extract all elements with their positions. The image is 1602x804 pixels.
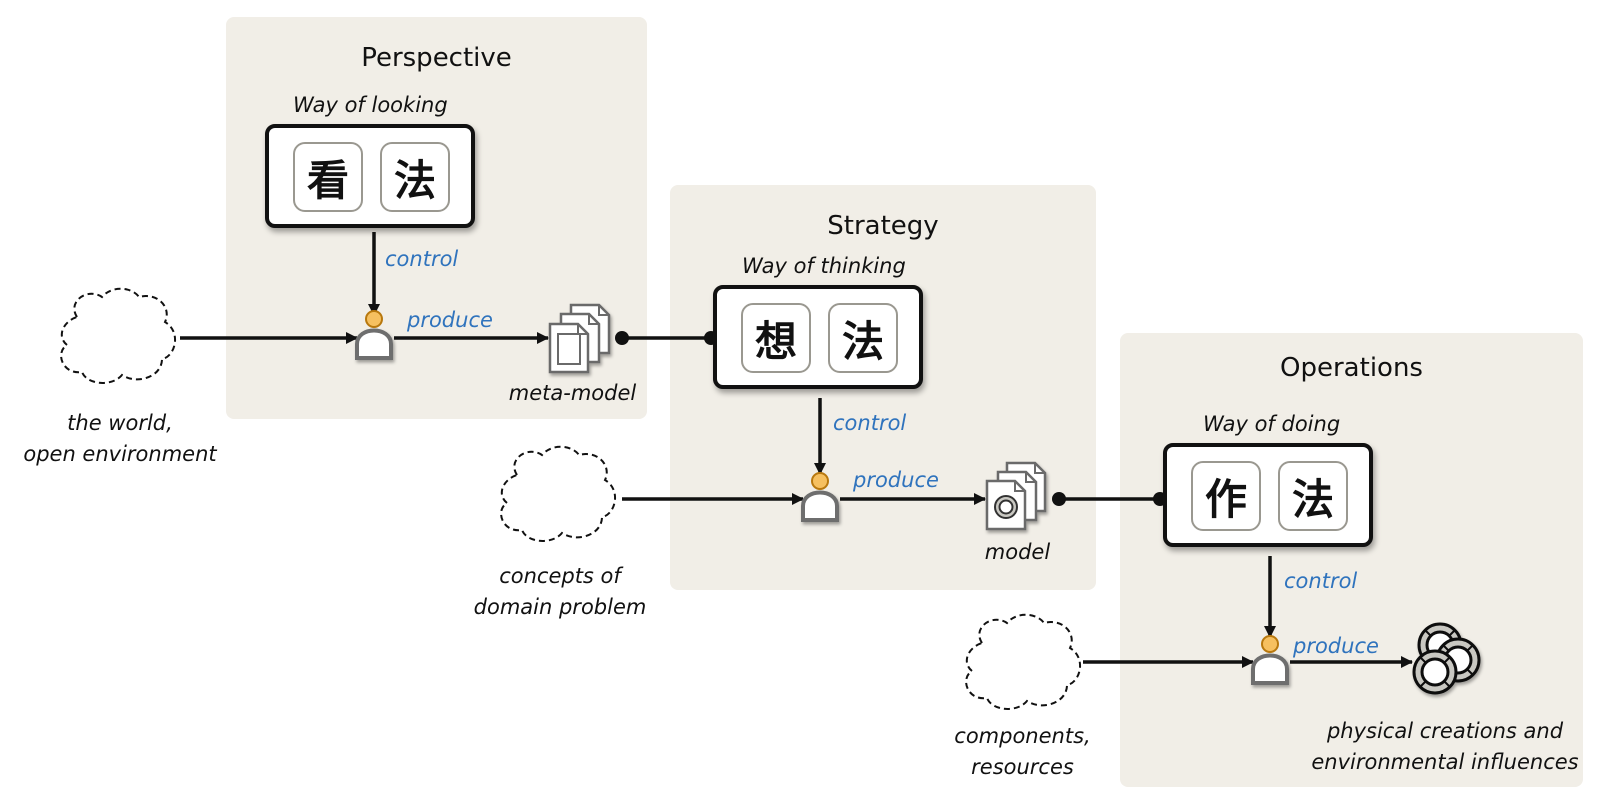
way-of-doing-label: Way of doing <box>1203 412 1341 436</box>
meta-model-label: meta-model <box>508 381 637 405</box>
cloud-concepts-icon <box>500 445 617 542</box>
world-caption: the world, open environment <box>15 408 225 470</box>
way-of-doing-box: 作 法 <box>1163 443 1373 547</box>
char-tile: 法 <box>380 142 450 212</box>
char-tile: 看 <box>293 142 363 212</box>
actor-icon <box>357 311 391 358</box>
physical-caption: physical creations and environmental inf… <box>1310 716 1580 778</box>
caption-line: environmental influences <box>1311 750 1579 774</box>
components-caption: components, resources <box>940 721 1105 783</box>
char-tile: 作 <box>1191 461 1261 531</box>
control-label: control <box>385 247 459 271</box>
produce-label: produce <box>1293 634 1379 658</box>
model-label: model <box>984 540 1051 564</box>
caption-line: components, <box>954 724 1091 748</box>
caption-line: physical creations and <box>1326 719 1564 743</box>
concepts-caption: concepts of domain problem <box>460 561 660 623</box>
produce-label: produce <box>407 308 493 332</box>
way-of-looking-box: 看 法 <box>265 124 475 228</box>
diagram-connectors <box>60 232 1481 710</box>
control-label: control <box>833 411 907 435</box>
physical-creations-rings-icon <box>1412 622 1481 695</box>
caption-line: open environment <box>23 442 217 466</box>
actor-icon <box>803 473 837 520</box>
meta-model-documents-icon <box>548 303 611 374</box>
cloud-components-icon <box>965 613 1082 710</box>
produce-label: produce <box>853 468 939 492</box>
caption-line: domain problem <box>473 595 647 619</box>
caption-line: the world, <box>67 411 173 435</box>
actor-icon <box>1253 636 1287 683</box>
control-label: control <box>1284 569 1358 593</box>
caption-line: concepts of <box>499 564 621 588</box>
way-of-thinking-box: 想 法 <box>713 285 923 389</box>
cloud-world-icon <box>60 287 177 384</box>
way-of-looking-label: Way of looking <box>293 93 448 117</box>
model-documents-icon <box>985 461 1047 531</box>
way-of-thinking-label: Way of thinking <box>742 254 906 278</box>
char-tile: 法 <box>1278 461 1348 531</box>
char-tile: 法 <box>828 303 898 373</box>
caption-line: resources <box>971 755 1074 779</box>
char-tile: 想 <box>741 303 811 373</box>
